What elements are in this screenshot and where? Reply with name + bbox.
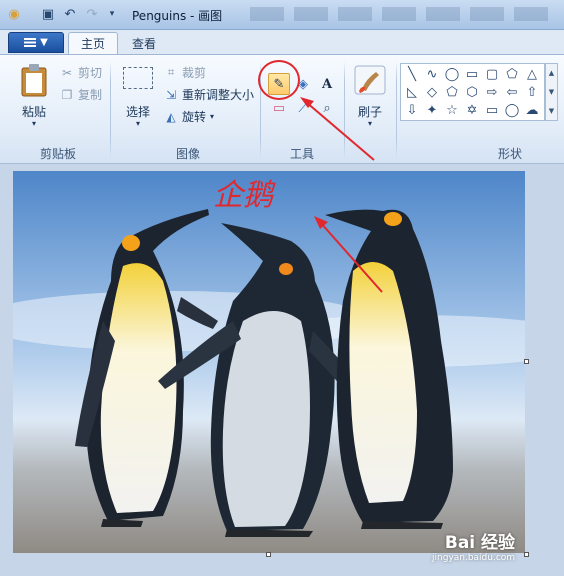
title-bar: ◉ ▣ ↶ ↷ ▾ Penguins - 画图 bbox=[0, 0, 564, 30]
line-shape-icon[interactable]: ╲ bbox=[403, 66, 421, 82]
select-rectangle-icon bbox=[123, 67, 153, 89]
paste-label: 粘贴 bbox=[21, 105, 46, 119]
crop-icon: ⌗ bbox=[167, 65, 175, 79]
window-title: Penguins - 画图 bbox=[132, 9, 223, 23]
curve-shape-icon[interactable]: ∿ bbox=[423, 66, 441, 82]
group-divider bbox=[110, 61, 111, 159]
app-menu-button[interactable]: ▼ bbox=[8, 32, 64, 53]
annotation-text: 企鹅 bbox=[213, 178, 276, 213]
tab-view[interactable]: 查看 bbox=[120, 32, 168, 54]
paint-app-icon[interactable]: ◉ bbox=[6, 6, 22, 22]
shapes-gallery: ╲ ∿ ◯ ▭ ▢ ⬠ △ ◺ ◇ ⬠ ⬡ ⇨ ⇦ ⇧ ⇩ ✦ ☆ ✡ ▭ ◯ … bbox=[400, 63, 545, 121]
scissors-icon: ✂ bbox=[61, 65, 73, 80]
rotate-dropdown-icon: ▾ bbox=[210, 112, 215, 121]
hexagon-shape-icon[interactable]: ⬡ bbox=[463, 84, 481, 100]
rounded-rectangle-shape-icon[interactable]: ▢ bbox=[483, 66, 501, 82]
select-dropdown-icon: ▾ bbox=[135, 119, 140, 128]
brushes-label: 刷子 bbox=[357, 105, 382, 119]
canvas-workspace: 企鹅 bbox=[0, 164, 564, 576]
clipboard-icon bbox=[21, 64, 47, 97]
resize-icon: ⇲ bbox=[165, 87, 177, 102]
title-ghost-text bbox=[250, 7, 550, 21]
resize-button[interactable]: ⇲ 重新调整大小 bbox=[164, 86, 254, 103]
magnifier-icon[interactable]: ⌕ bbox=[316, 97, 338, 119]
redo-icon[interactable]: ↷ bbox=[84, 6, 100, 22]
canvas-resize-handle-bottom[interactable] bbox=[266, 552, 271, 557]
brushes-button[interactable]: 刷子 ▾ bbox=[350, 63, 390, 137]
image-group-label: 图像 bbox=[175, 147, 200, 161]
clipboard-group-label: 剪贴板 bbox=[39, 147, 76, 161]
save-icon[interactable]: ▣ bbox=[40, 6, 56, 22]
paste-button[interactable]: 粘贴 ▾ bbox=[14, 61, 54, 141]
paste-dropdown-icon: ▾ bbox=[31, 119, 36, 128]
scroll-down-icon[interactable]: ▼ bbox=[549, 88, 554, 96]
baidu-watermark: Bai 经验 jingyan.baidu.com bbox=[432, 528, 515, 563]
four-point-star-shape-icon[interactable]: ✦ bbox=[423, 102, 441, 118]
triangle-shape-icon[interactable]: △ bbox=[523, 66, 541, 82]
five-point-star-shape-icon[interactable]: ☆ bbox=[443, 102, 461, 118]
right-triangle-shape-icon[interactable]: ◺ bbox=[403, 84, 421, 100]
group-divider bbox=[344, 61, 345, 159]
cloud-callout-shape-icon[interactable]: ☁ bbox=[523, 102, 541, 118]
canvas-resize-handle-corner[interactable] bbox=[524, 552, 529, 557]
watermark-main: Bai 经验 bbox=[444, 533, 516, 553]
select-button[interactable]: 选择 ▾ bbox=[118, 63, 158, 133]
pentagon-shape-icon[interactable]: ⬠ bbox=[443, 84, 461, 100]
right-arrow-shape-icon[interactable]: ⇨ bbox=[483, 84, 501, 100]
tab-home[interactable]: 主页 bbox=[68, 32, 119, 54]
rotate-button[interactable]: ◭ 旋转 ▾ bbox=[164, 108, 214, 125]
canvas-picture[interactable]: 企鹅 bbox=[13, 171, 525, 553]
copy-icon: ❐ bbox=[61, 87, 73, 102]
group-divider bbox=[396, 61, 397, 159]
pencil-highlight-circle bbox=[258, 60, 300, 100]
menu-icon bbox=[24, 38, 37, 47]
undo-icon[interactable]: ↶ bbox=[62, 6, 78, 22]
expand-gallery-icon[interactable]: ▼ bbox=[549, 107, 554, 115]
rotate-icon: ◭ bbox=[166, 109, 176, 124]
rectangle-shape-icon[interactable]: ▭ bbox=[463, 66, 481, 82]
polygon-shape-icon[interactable]: ⬠ bbox=[503, 66, 521, 82]
copy-button[interactable]: ❐ 复制 bbox=[60, 86, 102, 103]
six-point-star-shape-icon[interactable]: ✡ bbox=[463, 102, 481, 118]
brush-icon bbox=[354, 65, 386, 95]
tools-group-label: 工具 bbox=[289, 147, 314, 161]
cut-button[interactable]: ✂ 剪切 bbox=[60, 64, 102, 81]
penguins-photo: 企鹅 bbox=[13, 171, 525, 553]
shapes-scroller[interactable]: ▲ ▼ ▼ bbox=[545, 63, 558, 121]
rounded-callout-shape-icon[interactable]: ▭ bbox=[483, 102, 501, 118]
canvas-resize-handle-right[interactable] bbox=[524, 359, 529, 364]
text-tool-icon[interactable]: A bbox=[316, 73, 338, 95]
ribbon-tab-row: ▼ 主页 查看 bbox=[0, 30, 564, 54]
watermark-sub: jingyan.baidu.com bbox=[432, 553, 516, 563]
oval-callout-shape-icon[interactable]: ◯ bbox=[503, 102, 521, 118]
scroll-up-icon[interactable]: ▲ bbox=[549, 69, 554, 77]
eraser-icon[interactable]: ▭ bbox=[268, 97, 290, 119]
select-label: 选择 bbox=[125, 105, 150, 119]
brushes-dropdown-icon: ▾ bbox=[367, 119, 372, 128]
color-picker-icon[interactable]: ⟋ bbox=[292, 97, 314, 119]
diamond-shape-icon[interactable]: ◇ bbox=[423, 84, 441, 100]
shapes-group-label: 形状 bbox=[497, 147, 522, 161]
app-menu-arrow: ▼ bbox=[40, 37, 48, 48]
left-arrow-shape-icon[interactable]: ⇦ bbox=[503, 84, 521, 100]
down-arrow-shape-icon[interactable]: ⇩ bbox=[403, 102, 421, 118]
crop-button[interactable]: ⌗ 裁剪 bbox=[164, 64, 206, 81]
customize-qat-icon[interactable]: ▾ bbox=[104, 6, 120, 22]
oval-shape-icon[interactable]: ◯ bbox=[443, 66, 461, 82]
up-arrow-shape-icon[interactable]: ⇧ bbox=[523, 84, 541, 100]
